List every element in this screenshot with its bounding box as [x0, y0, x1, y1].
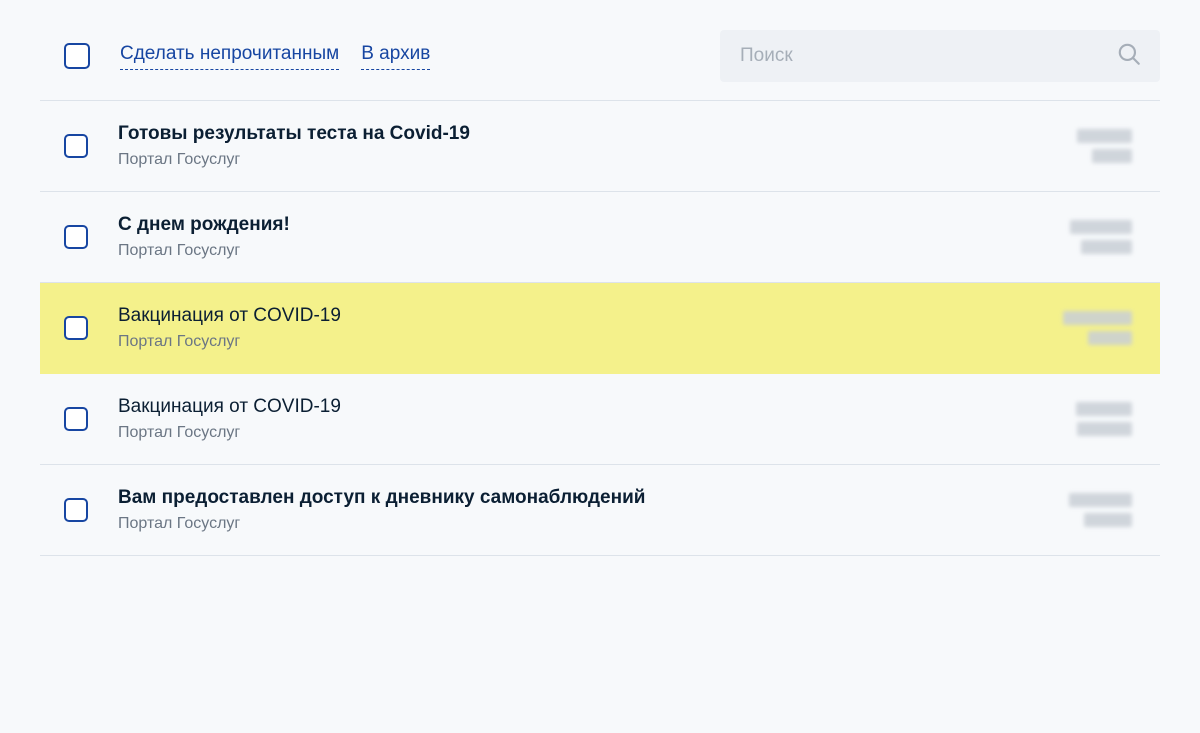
message-row[interactable]: Вакцинация от COVID-19 Портал Госуслуг [40, 374, 1160, 465]
message-content: Вакцинация от COVID-19 Портал Госуслуг [118, 305, 1042, 351]
message-title: Вакцинация от COVID-19 [118, 396, 1042, 418]
select-all-checkbox[interactable] [64, 43, 90, 69]
redacted-time [1084, 513, 1132, 527]
message-meta [1042, 402, 1132, 436]
message-checkbox[interactable] [64, 316, 88, 340]
redacted-date [1076, 402, 1132, 416]
message-title: С днем рождения! [118, 214, 1042, 236]
message-row[interactable]: Вам предоставлен доступ к дневнику самон… [40, 465, 1160, 556]
redacted-time [1088, 331, 1132, 345]
message-checkbox[interactable] [64, 225, 88, 249]
search-input[interactable] [738, 44, 1116, 68]
message-title: Вам предоставлен доступ к дневнику самон… [118, 487, 1042, 509]
message-content: С днем рождения! Портал Госуслуг [118, 214, 1042, 260]
message-row[interactable]: Вакцинация от COVID-19 Портал Госуслуг [40, 283, 1160, 374]
message-meta [1042, 220, 1132, 254]
message-sender: Портал Госуслуг [118, 333, 1042, 351]
inbox-container: Сделать непрочитанным В архив Готовы рез… [0, 0, 1200, 556]
redacted-date [1063, 311, 1132, 325]
message-meta [1042, 493, 1132, 527]
mark-unread-button[interactable]: Сделать непрочитанным [120, 42, 339, 70]
search-icon [1116, 41, 1142, 72]
redacted-date [1069, 493, 1132, 507]
message-checkbox[interactable] [64, 407, 88, 431]
redacted-date [1070, 220, 1132, 234]
toolbar: Сделать непрочитанным В архив [40, 30, 1160, 100]
message-sender: Портал Госуслуг [118, 151, 1042, 169]
message-sender: Портал Госуслуг [118, 424, 1042, 442]
message-checkbox[interactable] [64, 498, 88, 522]
message-sender: Портал Госуслуг [118, 515, 1042, 533]
redacted-time [1077, 422, 1132, 436]
redacted-time [1081, 240, 1132, 254]
message-checkbox[interactable] [64, 134, 88, 158]
message-row[interactable]: Готовы результаты теста на Covid-19 Порта… [40, 101, 1160, 192]
message-meta [1042, 311, 1132, 345]
message-row[interactable]: С днем рождения! Портал Госуслуг [40, 192, 1160, 283]
message-content: Вам предоставлен доступ к дневнику самон… [118, 487, 1042, 533]
message-title: Вакцинация от COVID-19 [118, 305, 1042, 327]
redacted-date [1077, 129, 1132, 143]
archive-button[interactable]: В архив [361, 42, 430, 70]
message-title: Готовы результаты теста на Covid-19 [118, 123, 1042, 145]
message-list: Готовы результаты теста на Covid-19 Порта… [40, 101, 1160, 556]
message-meta [1042, 129, 1132, 163]
search-box[interactable] [720, 30, 1160, 82]
message-content: Готовы результаты теста на Covid-19 Порта… [118, 123, 1042, 169]
message-content: Вакцинация от COVID-19 Портал Госуслуг [118, 396, 1042, 442]
message-sender: Портал Госуслуг [118, 242, 1042, 260]
toolbar-actions: Сделать непрочитанным В архив [120, 42, 430, 70]
redacted-time [1092, 149, 1132, 163]
